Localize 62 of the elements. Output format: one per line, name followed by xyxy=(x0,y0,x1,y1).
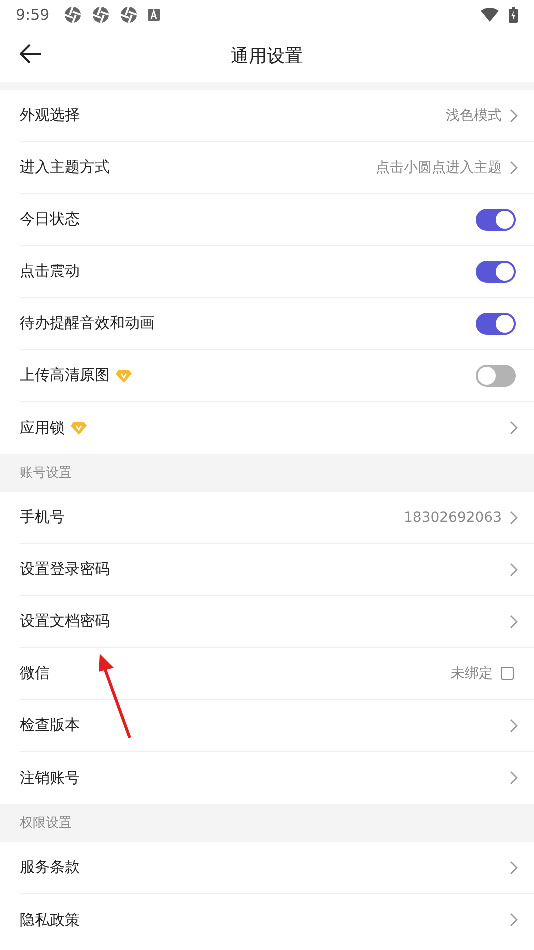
chevron-icon xyxy=(510,108,518,122)
diamond-icon xyxy=(116,368,132,382)
settings-row[interactable]: 手机号 18302692063 xyxy=(20,492,534,544)
setting-label: 上传高清原图 xyxy=(20,366,110,385)
setting-label: 进入主题方式 xyxy=(20,158,110,177)
toggle-switch[interactable] xyxy=(476,260,516,282)
battery-icon xyxy=(509,7,518,23)
chevron-icon xyxy=(510,614,518,628)
setting-value: 浅色模式 xyxy=(446,106,502,124)
chevron-icon xyxy=(510,913,518,927)
wifi-icon xyxy=(481,8,499,22)
setting-value: 18302692063 xyxy=(404,510,502,526)
aperture-icon xyxy=(92,6,110,24)
setting-value: 点击小圆点进入主题 xyxy=(376,158,502,176)
settings-row[interactable]: 待办提醒音效和动画 xyxy=(20,298,534,350)
back-arrow-icon xyxy=(20,44,42,64)
setting-value: 未绑定 xyxy=(451,664,493,682)
setting-label: 今日状态 xyxy=(20,210,80,229)
settings-row[interactable]: 外观选择 浅色模式 xyxy=(20,90,534,142)
toggle-switch[interactable] xyxy=(476,312,516,334)
setting-label: 检查版本 xyxy=(20,716,80,735)
aperture-icon xyxy=(64,6,82,24)
status-time: 9:59 xyxy=(16,6,50,24)
chevron-icon xyxy=(510,421,518,435)
settings-row[interactable]: 点击震动 xyxy=(20,246,534,298)
setting-label: 点击震动 xyxy=(20,262,80,281)
setting-label: 待办提醒音效和动画 xyxy=(20,314,155,333)
setting-label: 设置文档密码 xyxy=(20,612,110,631)
chevron-icon xyxy=(510,160,518,174)
setting-label: 隐私政策 xyxy=(20,910,80,930)
chevron-icon xyxy=(510,562,518,576)
settings-row[interactable]: 注销账号 xyxy=(20,752,534,804)
setting-label: 微信 xyxy=(20,664,50,683)
chevron-icon xyxy=(510,718,518,732)
keyboard-icon xyxy=(148,9,160,21)
setting-label: 外观选择 xyxy=(20,106,80,125)
page-title: 通用设置 xyxy=(231,45,303,68)
setting-label: 手机号 xyxy=(20,508,65,527)
setting-label: 设置登录密码 xyxy=(20,560,110,579)
setting-label: 注销账号 xyxy=(20,768,80,788)
settings-row[interactable]: 设置文档密码 xyxy=(20,596,534,648)
settings-row[interactable]: 上传高清原图 xyxy=(20,350,534,402)
settings-row[interactable]: 服务条款 xyxy=(20,842,534,894)
settings-row[interactable]: 进入主题方式 点击小圆点进入主题 xyxy=(20,142,534,194)
setting-label: 应用锁 xyxy=(20,418,65,438)
settings-row[interactable]: 检查版本 xyxy=(20,700,534,752)
setting-label: 服务条款 xyxy=(20,858,80,877)
chevron-icon xyxy=(510,860,518,874)
checkbox[interactable] xyxy=(501,667,514,680)
settings-row[interactable]: 设置登录密码 xyxy=(20,544,534,596)
diamond-icon xyxy=(71,421,87,435)
back-button[interactable] xyxy=(18,42,44,66)
section-title: 账号设置 xyxy=(20,465,72,482)
settings-row[interactable]: 隐私政策 xyxy=(20,894,534,946)
chevron-icon xyxy=(510,771,518,785)
settings-row[interactable]: 应用锁 xyxy=(20,402,534,454)
toggle-switch[interactable] xyxy=(476,364,516,386)
section-title: 权限设置 xyxy=(20,815,72,832)
aperture-icon xyxy=(120,6,138,24)
toggle-switch[interactable] xyxy=(476,208,516,230)
settings-row[interactable]: 今日状态 xyxy=(20,194,534,246)
chevron-icon xyxy=(510,510,518,524)
